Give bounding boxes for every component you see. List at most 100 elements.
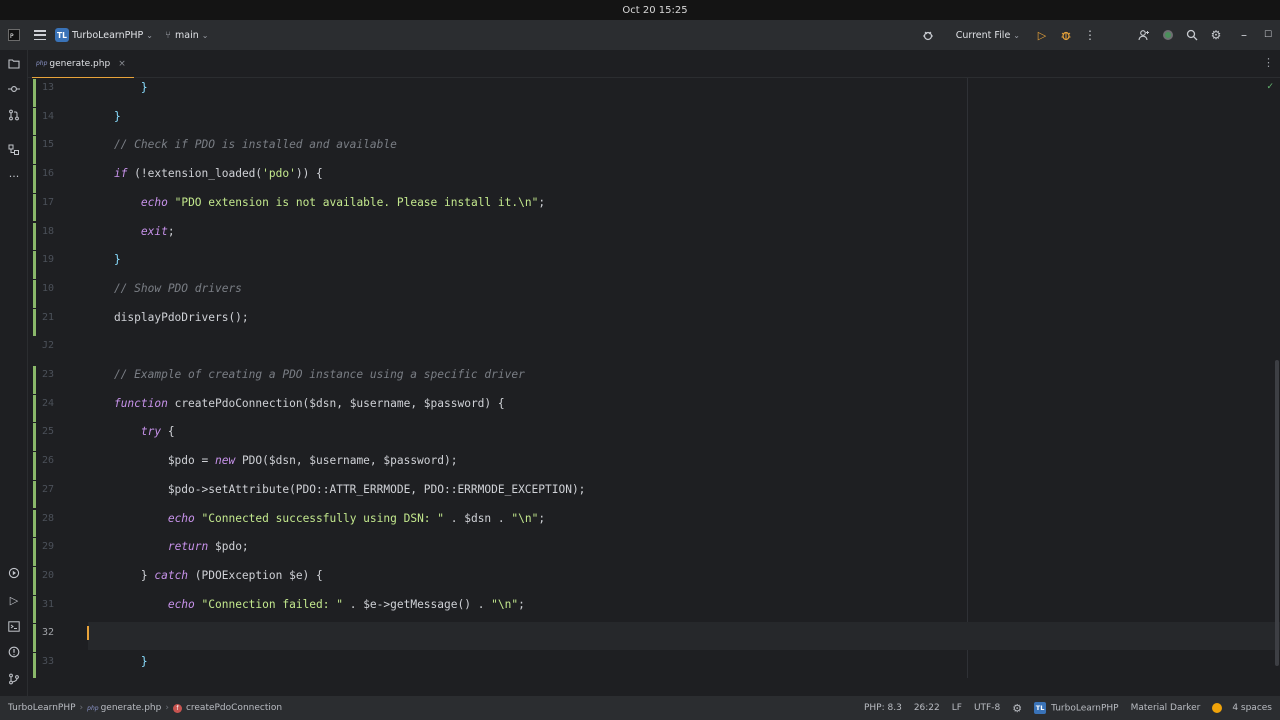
run-icon[interactable]: ▷: [1030, 23, 1054, 47]
gutter-line[interactable]: 26: [28, 450, 88, 478]
gutter-line[interactable]: 13: [28, 78, 88, 105]
line-number: 32: [41, 627, 54, 639]
line-number: 17: [41, 196, 54, 208]
code-line[interactable]: // Example of creating a PDO instance us…: [87, 364, 525, 392]
code-line[interactable]: echo "PDO extension is not available. Pl…: [87, 192, 545, 220]
project-widget[interactable]: TL TurboLearnPHP: [1034, 702, 1119, 714]
code-line[interactable]: echo "Connection failed: " . $e->getMess…: [87, 594, 525, 622]
structure-icon[interactable]: [0, 140, 28, 160]
close-icon[interactable]: ×: [118, 59, 126, 69]
code-line[interactable]: }: [87, 78, 148, 105]
left-tool-strip: ··· ▷: [0, 50, 28, 696]
indent-setting[interactable]: 4 spaces: [1232, 703, 1272, 713]
more-icon[interactable]: ···: [0, 166, 28, 186]
ai-assistant-icon[interactable]: [1156, 23, 1180, 47]
project-selector[interactable]: TurboLearnPHP: [72, 30, 143, 41]
code-line[interactable]: $pdo = new PDO($dsn, $username, $passwor…: [87, 450, 458, 478]
gutter-line[interactable]: 29: [28, 536, 88, 564]
gutter-line[interactable]: 27: [28, 479, 88, 507]
code-line[interactable]: // Show PDO drivers: [87, 278, 242, 306]
project-badge: TL: [55, 28, 69, 42]
tab-generate-php[interactable]: php generate.php ×: [28, 50, 134, 79]
code-line[interactable]: }: [87, 106, 121, 134]
scrollbar-thumb[interactable]: [1275, 360, 1279, 666]
code-line[interactable]: try {: [87, 421, 175, 449]
code-editor[interactable]: 13 } 14 } 15 // Check if PDO is installed …: [28, 78, 1280, 678]
add-user-icon[interactable]: [1132, 23, 1156, 47]
php-file-icon: php: [36, 60, 48, 67]
breadcrumb-file[interactable]: generate.php: [101, 703, 162, 713]
code-style-icon[interactable]: ⚙: [1012, 702, 1022, 715]
search-icon[interactable]: [1180, 23, 1204, 47]
gutter-line[interactable]: 10: [28, 278, 88, 306]
run-icon[interactable]: ▷: [0, 590, 28, 610]
maximize-icon[interactable]: ☐: [1256, 23, 1280, 47]
code-line[interactable]: if (!extension_loaded('pdo')) {: [87, 163, 323, 191]
code-line[interactable]: displayPdoDrivers();: [87, 307, 249, 335]
gutter-line[interactable]: 19: [28, 249, 88, 277]
code-line[interactable]: $pdo->setAttribute(PDO::ATTR_ERRMODE, PD…: [87, 479, 586, 507]
line-number: 28: [41, 512, 54, 524]
code-line[interactable]: // Check if PDO is installed and availab…: [87, 134, 397, 162]
code-token: $pdo->setAttribute(PDO::ATTR_ERRMODE, PD…: [87, 482, 586, 496]
commit-icon[interactable]: [0, 79, 28, 99]
gutter-line[interactable]: 14: [28, 106, 88, 134]
more-actions-icon[interactable]: ⋮: [1078, 23, 1102, 47]
system-clock[interactable]: Oct 20 15:25: [622, 5, 687, 16]
minimize-icon[interactable]: –: [1232, 23, 1256, 47]
gutter-line[interactable]: 15: [28, 134, 88, 162]
gutter-line[interactable]: 32: [28, 622, 88, 650]
php-version[interactable]: PHP: 8.3: [864, 703, 902, 713]
code-token: // Check if PDO is installed and availab…: [87, 138, 397, 152]
debug-icon[interactable]: [1054, 23, 1078, 47]
run-configuration-selector[interactable]: Current File ⌄: [956, 30, 1020, 41]
notification-dot-icon[interactable]: [1212, 703, 1223, 713]
line-number: 29: [41, 541, 54, 553]
breadcrumb-project[interactable]: TurboLearnPHP: [8, 703, 76, 713]
git-icon[interactable]: [0, 669, 28, 689]
code-line[interactable]: return $pdo;: [87, 536, 249, 564]
gutter-line[interactable]: 18: [28, 221, 88, 249]
problems-icon[interactable]: [0, 642, 28, 662]
code-line[interactable]: }: [87, 249, 121, 277]
cursor-position[interactable]: 26:22: [914, 703, 940, 713]
text-caret: [87, 626, 89, 641]
gutter-line[interactable]: 28: [28, 508, 88, 536]
code-line[interactable]: function createPdoConnection($dsn, $user…: [87, 393, 505, 421]
code-line[interactable]: }: [87, 651, 148, 678]
gear-icon[interactable]: ⚙: [1204, 23, 1228, 47]
gutter-line[interactable]: 16: [28, 163, 88, 191]
main-menu-icon[interactable]: [34, 30, 46, 40]
inspection-ok-icon[interactable]: ✓: [1266, 82, 1274, 92]
php-file-icon: php: [87, 704, 99, 712]
gutter-line[interactable]: 24: [28, 393, 88, 421]
folder-icon[interactable]: [0, 53, 28, 73]
terminal-icon[interactable]: [0, 616, 28, 636]
line-number: J2: [41, 340, 54, 352]
current-line-highlight: [88, 622, 1280, 651]
theme-selector[interactable]: Material Darker: [1131, 703, 1201, 713]
gutter-line[interactable]: 23: [28, 364, 88, 392]
code-line[interactable]: } catch (PDOException $e) {: [87, 565, 323, 593]
tab-options-icon[interactable]: ⋮: [1263, 56, 1274, 69]
gutter-line[interactable]: 17: [28, 192, 88, 220]
breadcrumb-function[interactable]: createPdoConnection: [186, 703, 282, 713]
editor-scrollbar[interactable]: [1274, 78, 1280, 678]
code-line[interactable]: exit;: [87, 221, 175, 249]
gutter-line[interactable]: J2: [28, 335, 88, 363]
gutter-line[interactable]: 20: [28, 565, 88, 593]
gutter-line[interactable]: 33: [28, 651, 88, 678]
pull-request-icon[interactable]: [0, 105, 28, 125]
branch-selector[interactable]: ⑂ main ⌄: [165, 30, 208, 41]
gutter-line[interactable]: 25: [28, 421, 88, 449]
gutter-line[interactable]: 21: [28, 307, 88, 335]
line-separator[interactable]: LF: [952, 703, 962, 713]
code-line[interactable]: echo "Connected successfully using DSN: …: [87, 508, 545, 536]
gutter-line[interactable]: 31: [28, 594, 88, 622]
debug-listener-icon[interactable]: [916, 23, 940, 47]
services-icon[interactable]: [0, 563, 28, 583]
file-encoding[interactable]: UTF-8: [974, 703, 1000, 713]
